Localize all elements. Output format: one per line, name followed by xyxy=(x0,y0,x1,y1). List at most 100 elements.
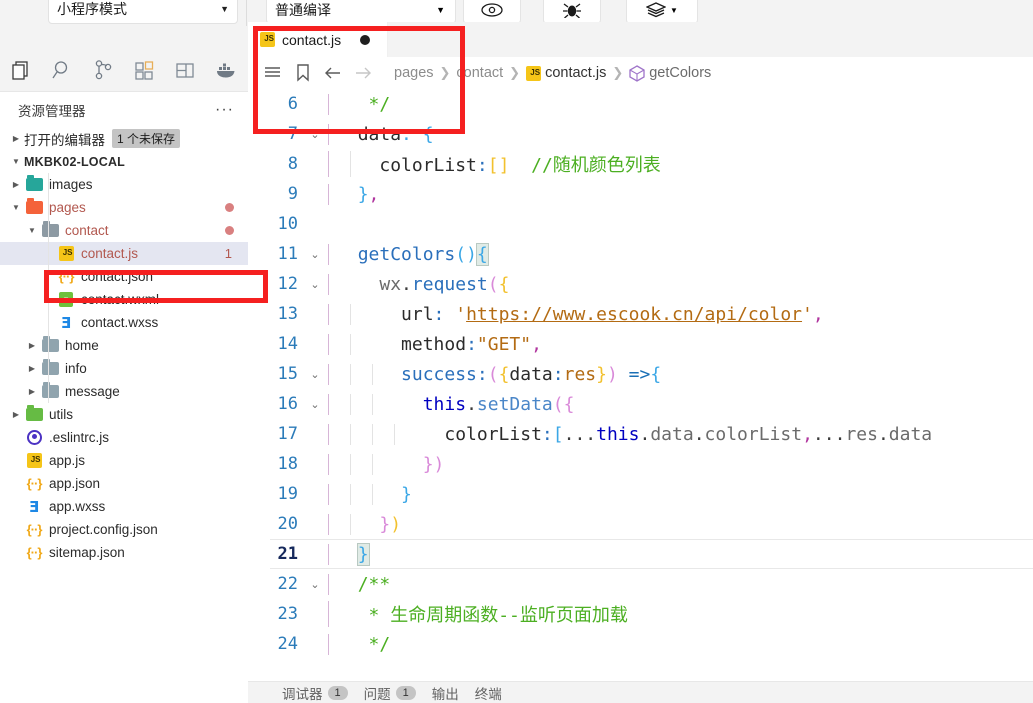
chevron-down-icon[interactable] xyxy=(8,157,24,166)
line-number: 7 xyxy=(287,124,298,144)
code-line-active[interactable]: 21 } xyxy=(248,539,1033,569)
chevron-down-icon[interactable] xyxy=(8,203,24,212)
search-icon[interactable] xyxy=(41,48,82,92)
panel-tab-badge: 1 xyxy=(395,685,416,700)
back-arrow-icon[interactable] xyxy=(320,60,346,86)
code-line[interactable]: 20 }) xyxy=(248,509,1033,539)
panel-tab-terminal[interactable]: 终端 xyxy=(475,683,502,703)
line-number: 22 xyxy=(277,574,298,594)
fold-indicator[interactable]: ⌄ xyxy=(304,128,326,141)
code-line[interactable]: 14 method:"GET", xyxy=(248,329,1033,359)
panel-tab-label: 输出 xyxy=(431,686,459,702)
tree-item-label: contact.json xyxy=(81,269,154,284)
fold-indicator[interactable]: ⌄ xyxy=(304,368,326,381)
tree-file-app-js[interactable]: JS app.js xyxy=(0,449,248,472)
menu-icon[interactable] xyxy=(260,60,286,86)
code-line[interactable]: 22 ⌄ /** xyxy=(248,569,1033,599)
code-line[interactable]: 24 */ xyxy=(248,629,1033,659)
tree-folder-utils[interactable]: utils xyxy=(0,403,248,426)
compile-mode-box[interactable]: 普通编译 ▼ xyxy=(266,0,456,24)
modified-dot-icon xyxy=(225,226,234,235)
code-line[interactable]: 23 * 生命周期函数--监听页面加载 xyxy=(248,599,1033,629)
bookmark-icon[interactable] xyxy=(290,60,316,86)
source-control-icon[interactable] xyxy=(82,48,123,92)
fold-indicator[interactable]: ⌄ xyxy=(304,278,326,291)
workspace-root-row[interactable]: MKBK02-LOCAL xyxy=(0,150,248,173)
unsaved-indicator-icon[interactable] xyxy=(360,34,371,45)
layout-icon[interactable] xyxy=(164,48,205,92)
tree-folder-images[interactable]: images xyxy=(0,173,248,196)
panel-tab-output[interactable]: 输出 xyxy=(432,683,459,703)
panel-tab-label: 问题 xyxy=(363,686,391,702)
breadcrumb-item-pages[interactable]: pages xyxy=(394,65,434,81)
docker-icon[interactable] xyxy=(205,48,246,92)
wxss-icon: Ǝ xyxy=(28,497,40,516)
code-line[interactable]: 12 ⌄ wx.request({ xyxy=(248,269,1033,299)
tree-folder-pages[interactable]: pages xyxy=(0,196,248,219)
panel-tab-debugger[interactable]: 调试器 1 xyxy=(282,683,348,703)
breadcrumb-item-getcolors[interactable]: getColors xyxy=(649,65,711,81)
code-line[interactable]: 8 colorList:[] //随机颜色列表 xyxy=(248,149,1033,179)
code-content: */ xyxy=(326,93,390,115)
code-content: }, xyxy=(326,183,379,205)
code-line[interactable]: 17 colorList:[...this.data.colorList,...… xyxy=(248,419,1033,449)
tree-folder-message[interactable]: message xyxy=(0,380,248,403)
chevron-right-icon[interactable] xyxy=(8,180,24,189)
workspace-root-label: MKBK02-LOCAL xyxy=(24,154,126,169)
mode-select-dropdown[interactable]: 小程序模式 ▼ xyxy=(48,0,238,24)
extensions-icon[interactable] xyxy=(123,48,164,92)
fold-indicator[interactable]: ⌄ xyxy=(304,578,326,591)
more-actions-icon[interactable]: ··· xyxy=(215,101,234,119)
code-content: getColors(){ xyxy=(326,242,489,266)
tree-item-label: app.json xyxy=(49,476,101,491)
tree-file-sitemap-json[interactable]: {··} sitemap.json xyxy=(0,541,248,564)
code-line[interactable]: 15 ⌄ success:({data:res}) =>{ xyxy=(248,359,1033,389)
chevron-right-icon[interactable] xyxy=(8,410,24,419)
forward-arrow-icon[interactable] xyxy=(350,60,376,86)
chevron-right-icon[interactable] xyxy=(24,387,40,396)
code-line[interactable]: 11 ⌄ getColors(){ xyxy=(248,239,1033,269)
editor-tab-contact-js[interactable]: JS contact.js xyxy=(248,22,388,57)
tree-folder-info[interactable]: info xyxy=(0,357,248,380)
tree-file-app-wxss[interactable]: Ǝapp.wxss xyxy=(0,495,248,518)
json-icon: {··} xyxy=(26,522,43,537)
open-editors-section[interactable]: 打开的编辑器 1 个未保存 xyxy=(0,127,248,150)
tree-file-contact-wxml[interactable]: <> contact.wxml xyxy=(0,288,248,311)
chevron-down-icon[interactable] xyxy=(24,226,40,235)
chevron-right-icon[interactable] xyxy=(24,364,40,373)
code-line[interactable]: 13 url: 'https://www.escook.cn/api/color… xyxy=(248,299,1033,329)
code-line[interactable]: 6 */ xyxy=(248,89,1033,119)
tree-item-label: project.config.json xyxy=(49,522,158,537)
fold-indicator[interactable]: ⌄ xyxy=(304,398,326,411)
vscode-window: 小程序模式 ▼ 普通编译 ▼ 编译 预览 xyxy=(0,0,1033,703)
breadcrumb-item-contact[interactable]: contact xyxy=(456,65,503,81)
panel-tab-badge: 1 xyxy=(327,685,348,700)
tree-file-project-config-json[interactable]: {··} project.config.json xyxy=(0,518,248,541)
code-line[interactable]: 7 ⌄ data: { xyxy=(248,119,1033,149)
code-content: data: { xyxy=(326,123,434,145)
code-line[interactable]: 9 }, xyxy=(248,179,1033,209)
breadcrumb: pages ❯ contact ❯ JS contact.js ❯ getCol… xyxy=(248,57,1033,89)
tree-file-contact-json[interactable]: {··} contact.json xyxy=(0,265,248,288)
code-line[interactable]: 19 } xyxy=(248,479,1033,509)
wxss-icon: Ǝ xyxy=(60,313,72,332)
code-line[interactable]: 10 xyxy=(248,209,1033,239)
code-content: /** xyxy=(326,573,390,595)
chevron-right-icon[interactable] xyxy=(24,341,40,350)
explorer-icon[interactable] xyxy=(0,48,41,92)
toolbar-divider xyxy=(246,0,247,26)
tree-file-contact-wxss[interactable]: Ǝcontact.wxss xyxy=(0,311,248,334)
modified-dot-icon xyxy=(225,203,234,212)
code-line[interactable]: 18 }) xyxy=(248,449,1033,479)
fold-indicator[interactable]: ⌄ xyxy=(304,248,326,261)
chevron-right-icon[interactable] xyxy=(8,134,24,143)
tree-file-app-json[interactable]: {··} app.json xyxy=(0,472,248,495)
panel-tab-problems[interactable]: 问题 1 xyxy=(364,683,416,703)
tree-folder-home[interactable]: home xyxy=(0,334,248,357)
tree-folder-contact[interactable]: contact xyxy=(0,219,248,242)
code-editor[interactable]: 6 */ 7 ⌄ data: { 8 colorList:[] //随机颜色列表… xyxy=(248,89,1033,681)
code-line[interactable]: 16 ⌄ this.setData({ xyxy=(248,389,1033,419)
tree-file-contact-js[interactable]: JS contact.js 1 xyxy=(0,242,248,265)
breadcrumb-item-contact-js[interactable]: contact.js xyxy=(545,65,606,81)
tree-file-eslintrc-js[interactable]: .eslintrc.js xyxy=(0,426,248,449)
